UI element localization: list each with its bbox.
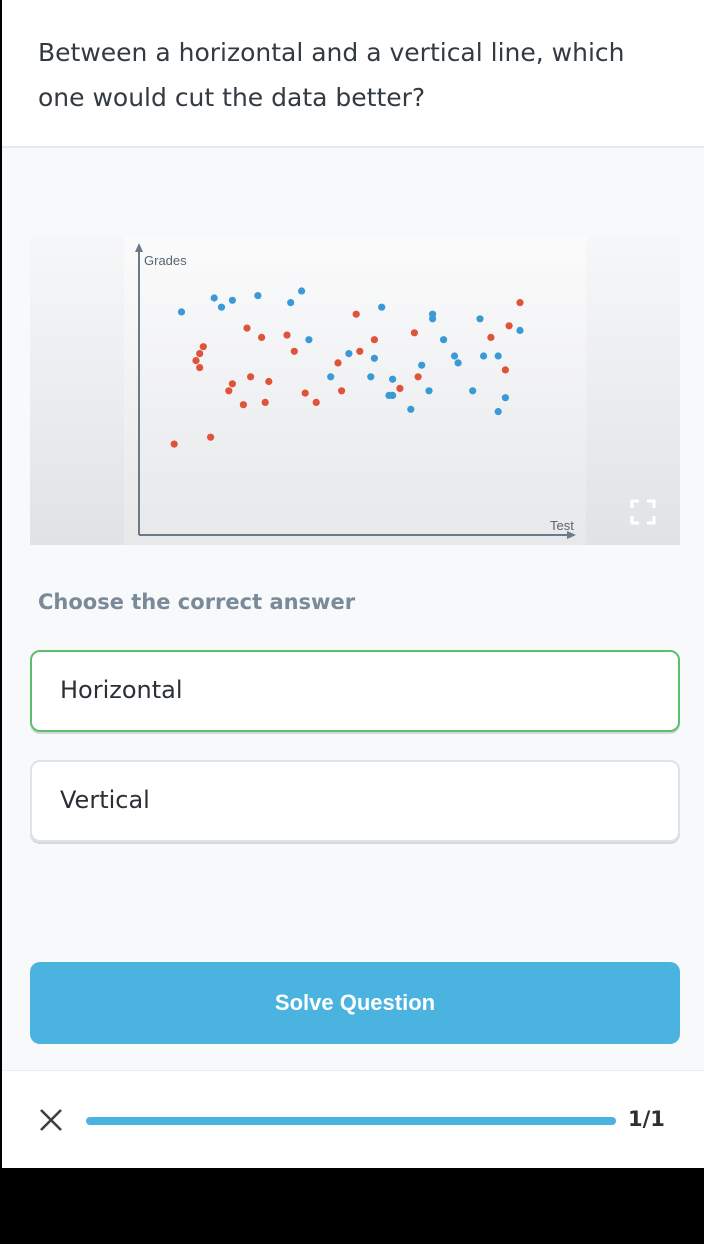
- data-point-s1-22: [345, 350, 353, 358]
- data-point-s0-10: [370, 336, 378, 344]
- answer-option-label: Vertical: [60, 786, 150, 814]
- data-point-s0-5: [247, 373, 255, 381]
- data-point-s1-17: [501, 394, 509, 402]
- answer-option-label: Horizontal: [60, 676, 183, 704]
- data-point-s0-9: [290, 347, 298, 355]
- data-point-s1-29: [305, 336, 313, 344]
- close-icon[interactable]: [38, 1107, 64, 1133]
- data-point-s0-0: [239, 401, 247, 409]
- data-point-s1-6: [378, 303, 386, 311]
- data-point-s0-6: [414, 373, 422, 381]
- data-point-s0-15: [170, 440, 178, 448]
- data-point-s1-10: [440, 336, 448, 344]
- data-point-s1-14: [454, 359, 462, 367]
- footer-bar: 1/1: [2, 1070, 704, 1168]
- data-point-s0-8: [356, 347, 364, 355]
- question-figure: Grades Test: [30, 237, 680, 545]
- data-point-s1-1: [217, 303, 226, 311]
- data-point-s1-2: [228, 296, 236, 304]
- data-point-s1-3: [210, 294, 218, 302]
- data-point-s0-22: [228, 380, 236, 388]
- data-point-s0-28: [283, 331, 291, 339]
- scatter-plot: Grades Test: [124, 237, 586, 545]
- scatter-chart: Grades Test: [124, 237, 586, 545]
- data-point-s1-16: [494, 352, 502, 360]
- data-point-s0-23: [352, 310, 360, 318]
- data-point-s1-4: [254, 292, 262, 300]
- data-point-s1-21: [469, 387, 477, 395]
- data-point-s0-26: [199, 343, 207, 351]
- data-point-s1-8: [476, 315, 484, 323]
- data-point-s0-14: [516, 299, 524, 307]
- data-point-s0-29: [243, 324, 251, 332]
- data-point-s0-18: [312, 398, 320, 406]
- data-point-s1-25: [370, 354, 378, 362]
- data-point-s1-13: [389, 375, 397, 383]
- answer-option-vertical[interactable]: Vertical: [30, 760, 680, 842]
- data-point-s1-30: [287, 299, 295, 307]
- data-point-s1-19: [450, 352, 459, 360]
- data-point-s1-27: [385, 391, 393, 399]
- data-point-s0-1: [301, 389, 309, 397]
- data-point-s1-12: [367, 373, 375, 381]
- data-point-s1-24: [429, 315, 437, 323]
- data-point-s1-20: [494, 408, 502, 416]
- data-point-s0-11: [487, 333, 495, 341]
- data-point-s0-20: [196, 364, 204, 372]
- data-point-s0-16: [207, 433, 215, 441]
- question-text: Between a horizontal and a vertical line…: [38, 38, 625, 112]
- data-point-s1-23: [407, 405, 415, 413]
- answer-option-horizontal[interactable]: Horizontal: [30, 650, 680, 732]
- x-axis-label: Test: [550, 518, 574, 533]
- data-point-s0-25: [196, 350, 204, 358]
- solve-question-button[interactable]: Solve Question: [30, 962, 680, 1044]
- question-header: Between a horizontal and a vertical line…: [2, 0, 704, 148]
- progress-bar-fill: [86, 1117, 616, 1125]
- data-point-s1-0: [177, 308, 186, 316]
- data-point-s0-27: [258, 333, 266, 341]
- data-point-s1-28: [327, 373, 335, 381]
- data-point-s1-18: [425, 387, 433, 395]
- data-point-s1-15: [480, 352, 488, 360]
- data-point-s0-13: [505, 322, 513, 330]
- chart-background: [124, 237, 586, 545]
- data-point-s0-17: [261, 398, 269, 406]
- data-point-s0-2: [396, 384, 404, 392]
- quiz-screen: Between a horizontal and a vertical line…: [2, 0, 704, 1168]
- answer-prompt: Choose the correct answer: [38, 590, 356, 614]
- data-point-s1-9: [516, 326, 524, 334]
- data-point-s0-4: [265, 377, 273, 386]
- data-point-s0-19: [225, 387, 233, 395]
- data-point-s1-5: [298, 287, 306, 295]
- expand-icon[interactable]: [630, 499, 656, 525]
- data-point-s0-12: [410, 329, 418, 337]
- data-point-s0-3: [338, 387, 346, 395]
- y-axis-label: Grades: [144, 253, 187, 268]
- progress-count: 1/1: [628, 1107, 665, 1131]
- data-point-s0-21: [334, 359, 342, 367]
- progress-bar: [86, 1117, 616, 1125]
- data-point-s0-24: [192, 357, 200, 365]
- data-point-s1-11: [418, 361, 426, 369]
- data-point-s0-7: [501, 366, 509, 374]
